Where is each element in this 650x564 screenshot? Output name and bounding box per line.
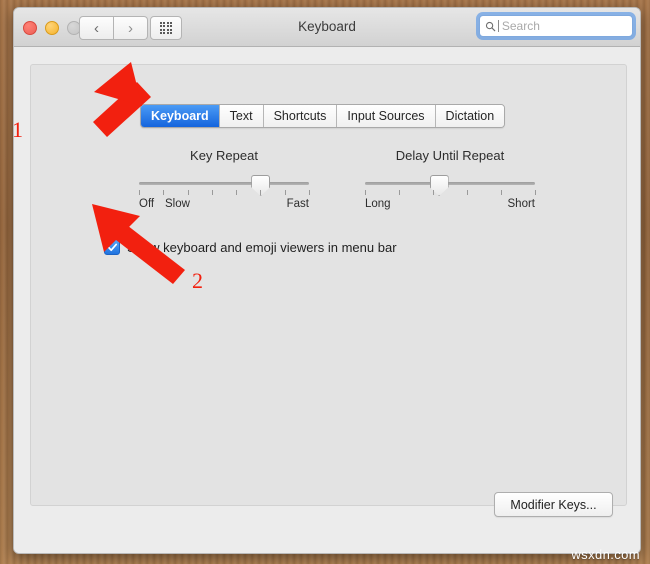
delay-short-label: Short — [507, 198, 536, 210]
slider-tick — [399, 190, 400, 195]
slider-tick — [284, 190, 286, 195]
text-caret — [498, 20, 499, 32]
search-icon — [485, 21, 496, 31]
slider-tick — [365, 190, 366, 195]
key-repeat-group: Key Repeat Off Slow Fast — [139, 148, 310, 212]
tab-dictation-label: Dictation — [445, 109, 495, 123]
preferences-pane: Keyboard Text Shortcuts Input Sources Di… — [14, 47, 640, 553]
slider-tick — [236, 190, 238, 195]
delay-until-repeat-end-labels: Long Short — [365, 198, 535, 212]
delay-long-label: Long — [365, 198, 391, 210]
content-panel — [30, 64, 627, 506]
show-viewers-label: Show keyboard and emoji viewers in menu … — [127, 239, 397, 255]
key-repeat-off-label: Off — [139, 198, 155, 210]
slider-tick — [467, 190, 468, 195]
slider-tick — [163, 190, 165, 195]
window-titlebar: ‹ › Keyboard — [14, 8, 640, 47]
search-input[interactable] — [499, 18, 627, 34]
checkmark-icon — [107, 243, 117, 251]
slider-tick — [260, 190, 262, 195]
key-repeat-slow-label: Slow — [165, 198, 190, 210]
slider-tick — [187, 190, 189, 195]
tab-keyboard[interactable]: Keyboard — [141, 105, 220, 127]
modifier-keys-label: Modifier Keys... — [510, 497, 597, 512]
delay-until-repeat-track — [365, 182, 535, 185]
modifier-keys-button[interactable]: Modifier Keys... — [494, 492, 613, 517]
key-repeat-label: Key Repeat — [190, 148, 258, 163]
tab-shortcuts[interactable]: Shortcuts — [263, 105, 338, 127]
tab-shortcuts-label: Shortcuts — [273, 109, 327, 123]
delay-until-repeat-slider[interactable] — [365, 175, 535, 196]
slider-tick — [535, 190, 536, 195]
show-viewers-checkbox[interactable] — [104, 239, 120, 255]
key-repeat-end-labels: Off Slow Fast — [139, 198, 309, 212]
slider-tick — [501, 190, 502, 195]
tab-keyboard-label: Keyboard — [151, 109, 209, 123]
show-viewers-row[interactable]: Show keyboard and emoji viewers in menu … — [104, 239, 397, 255]
tab-text-label: Text — [229, 109, 253, 123]
delay-until-repeat-ticks — [365, 190, 536, 197]
watermark: wsxdn.com — [571, 547, 640, 562]
key-repeat-slider[interactable] — [139, 175, 309, 196]
search-field[interactable] — [479, 15, 633, 37]
key-repeat-track — [139, 182, 309, 185]
key-repeat-ticks — [139, 190, 310, 197]
slider-tick — [309, 190, 310, 195]
slider-tick — [139, 190, 140, 195]
delay-until-repeat-group: Delay Until Repeat Long Short — [365, 148, 536, 212]
slider-tick — [211, 190, 213, 195]
tab-input-sources-label: Input Sources — [347, 109, 425, 123]
key-repeat-fast-label: Fast — [286, 198, 309, 210]
tab-dictation[interactable]: Dictation — [435, 105, 505, 127]
tab-input-sources[interactable]: Input Sources — [337, 105, 436, 127]
tab-bar: Keyboard Text Shortcuts Input Sources Di… — [140, 104, 506, 128]
delay-until-repeat-label: Delay Until Repeat — [395, 148, 505, 163]
tab-text[interactable]: Text — [219, 105, 264, 127]
system-preferences-window: ‹ › Keyboard Search Keyboard Text Shortc… — [13, 7, 641, 554]
slider-tick — [433, 190, 434, 195]
